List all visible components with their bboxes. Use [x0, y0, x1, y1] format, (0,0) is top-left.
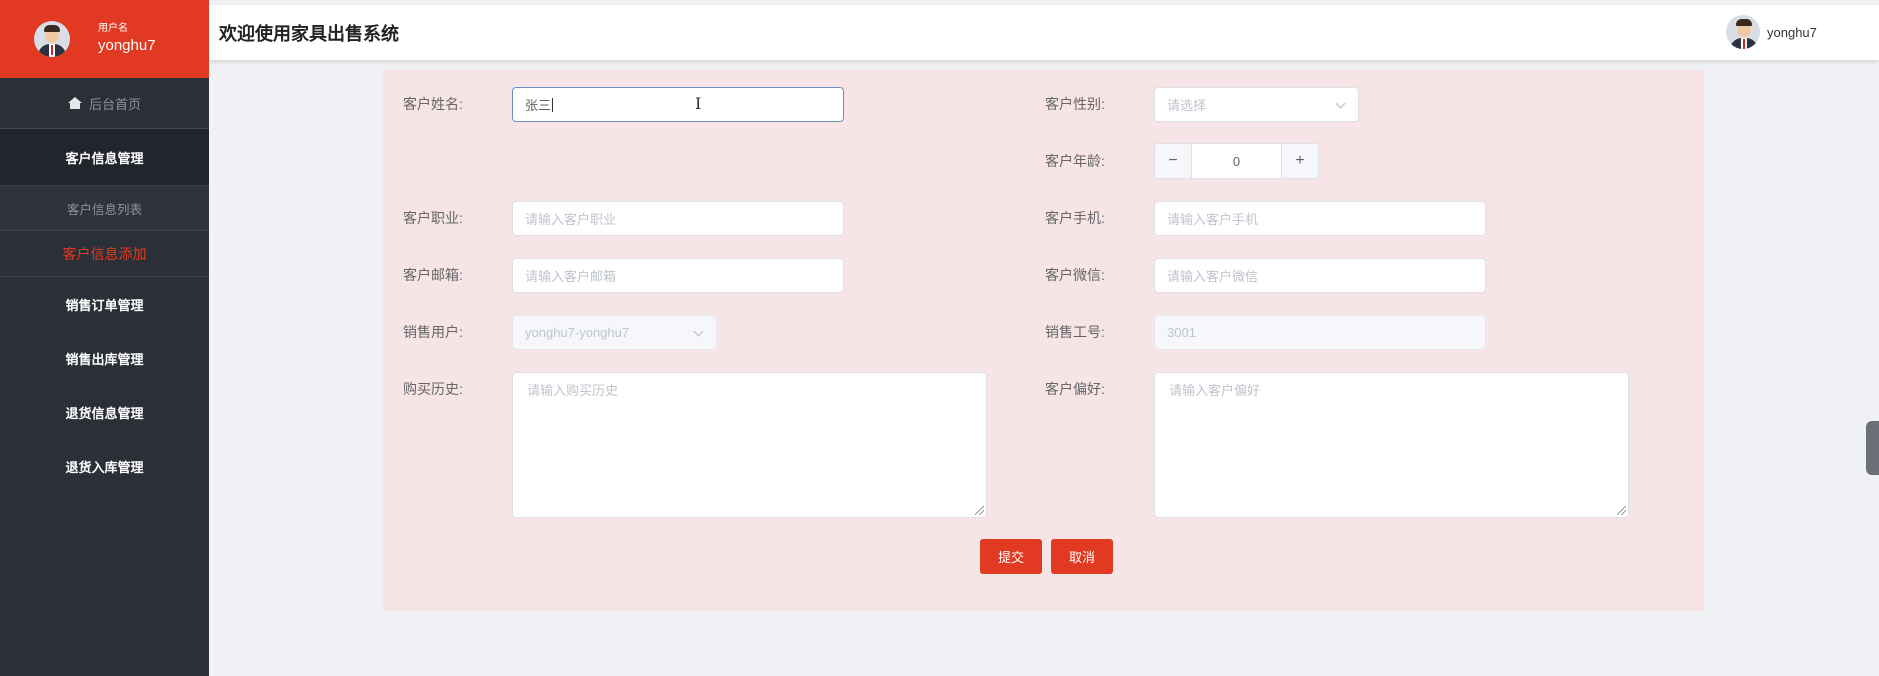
- sidebar-item-label: 销售订单管理: [65, 297, 144, 313]
- sidebar-item-customer-list[interactable]: 客户信息列表: [0, 185, 209, 231]
- preference-label: 客户偏好:: [1045, 381, 1105, 397]
- email-placeholder: 请输入客户邮箱: [525, 269, 617, 284]
- page-title: 欢迎使用家具出售系统: [219, 24, 399, 44]
- resize-grip-icon[interactable]: [975, 506, 984, 515]
- sidebar-item-label: 退货信息管理: [65, 405, 144, 421]
- job-input[interactable]: 请输入客户职业: [512, 201, 844, 236]
- phone-input[interactable]: 请输入客户手机: [1154, 201, 1486, 236]
- sidebar-item-customer-management[interactable]: 客户信息管理: [0, 129, 209, 185]
- sidebar-item-label: 退货入库管理: [65, 459, 144, 475]
- sidebar-item-label: 客户信息添加: [62, 245, 147, 262]
- history-label: 购买历史:: [403, 381, 463, 397]
- sales-id-label: 销售工号:: [1045, 324, 1105, 340]
- text-cursor-icon: I: [695, 94, 702, 113]
- name-input[interactable]: 张三 I: [512, 87, 844, 122]
- sidebar-item-label: 客户信息管理: [65, 150, 144, 166]
- sidebar: 用户名 yonghu7 后台首页 客户信息管理 客户信息列表 客户信息添加 销售…: [0, 0, 209, 676]
- sidebar-item-returns[interactable]: 退货信息管理: [0, 385, 209, 439]
- preference-textarea[interactable]: 请输入客户偏好: [1154, 372, 1629, 518]
- sidebar-item-sales-outbound[interactable]: 销售出库管理: [0, 331, 209, 385]
- resize-grip-icon[interactable]: [1617, 506, 1626, 515]
- email-label: 客户邮箱:: [403, 267, 463, 283]
- age-value[interactable]: 0: [1192, 144, 1281, 178]
- age-stepper[interactable]: − 0 +: [1154, 143, 1319, 179]
- sales-id-value: 3001: [1167, 325, 1196, 340]
- history-textarea[interactable]: 请输入购买历史: [512, 372, 987, 518]
- sidebar-item-label: 销售出库管理: [65, 351, 144, 367]
- sidebar-username: yonghu7: [98, 36, 156, 54]
- decrement-button[interactable]: −: [1155, 144, 1192, 178]
- sales-id-input: 3001: [1154, 315, 1486, 350]
- home-icon: [67, 97, 82, 109]
- gender-placeholder: 请选择: [1167, 98, 1207, 113]
- submit-button[interactable]: 提交: [980, 539, 1042, 574]
- increment-button[interactable]: +: [1281, 144, 1318, 178]
- customer-form: 客户姓名: 张三 I 客户性别: 请选择 客户年龄: − 0 + 客户职业: 请…: [383, 70, 1704, 611]
- sidebar-item-return-inbound[interactable]: 退货入库管理: [0, 439, 209, 493]
- cancel-button[interactable]: 取消: [1051, 539, 1113, 574]
- sidebar-item-label: 后台首页: [88, 96, 141, 112]
- user-label: 用户名: [98, 22, 128, 34]
- chevron-down-icon: [1335, 98, 1346, 109]
- chevron-down-icon: [693, 326, 704, 337]
- sidebar-item-sales-orders[interactable]: 销售订单管理: [0, 277, 209, 331]
- wechat-label: 客户微信:: [1045, 267, 1105, 283]
- email-input[interactable]: 请输入客户邮箱: [512, 258, 844, 293]
- gender-label: 客户性别:: [1045, 96, 1105, 112]
- avatar-icon[interactable]: [1726, 15, 1760, 49]
- phone-label: 客户手机:: [1045, 210, 1105, 226]
- sales-user-value: yonghu7-yonghu7: [525, 325, 630, 340]
- history-placeholder: 请输入购买历史: [527, 383, 619, 398]
- side-drawer-handle[interactable]: [1866, 421, 1879, 475]
- header-user[interactable]: yonghu7: [1726, 15, 1817, 49]
- gender-select[interactable]: 请选择: [1154, 87, 1359, 122]
- top-header: 欢迎使用家具出售系统 yonghu7: [209, 5, 1879, 60]
- avatar-icon: [34, 21, 70, 57]
- preference-placeholder: 请输入客户偏好: [1169, 383, 1261, 398]
- age-label: 客户年龄:: [1045, 153, 1105, 169]
- wechat-input[interactable]: 请输入客户微信: [1154, 258, 1486, 293]
- name-value: 张三: [525, 98, 552, 113]
- job-label: 客户职业:: [403, 210, 463, 226]
- sales-user-select: yonghu7-yonghu7: [512, 315, 717, 350]
- sales-user-label: 销售用户:: [403, 324, 463, 340]
- name-label: 客户姓名:: [403, 96, 463, 112]
- sidebar-user: 用户名 yonghu7: [0, 0, 209, 78]
- sidebar-item-home[interactable]: 后台首页: [0, 78, 209, 129]
- phone-placeholder: 请输入客户手机: [1167, 212, 1259, 227]
- sidebar-item-label: 客户信息列表: [66, 202, 142, 217]
- header-username[interactable]: yonghu7: [1767, 25, 1817, 40]
- sidebar-item-customer-add[interactable]: 客户信息添加: [0, 231, 209, 277]
- job-placeholder: 请输入客户职业: [525, 212, 617, 227]
- wechat-placeholder: 请输入客户微信: [1167, 269, 1259, 284]
